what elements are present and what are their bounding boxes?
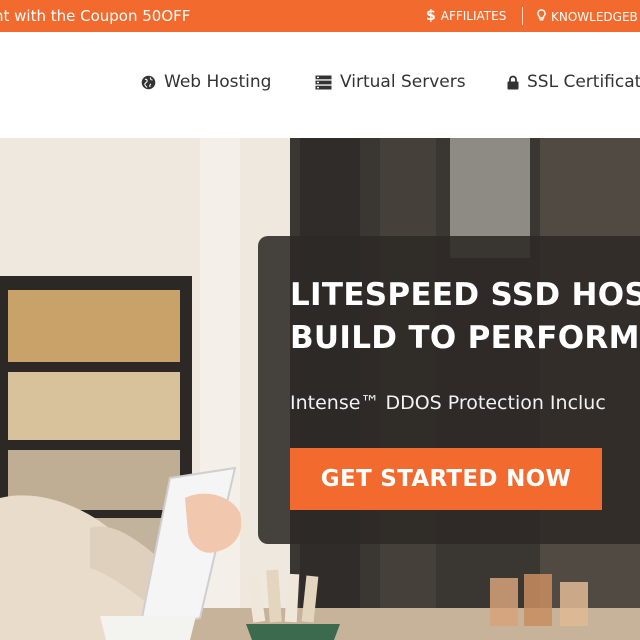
hero-banner: LITESPEED SSD HOS BUILD TO PERFORM Inten… xyxy=(0,138,640,640)
main-navigation: Web Hosting Virtual Servers SSL Certific… xyxy=(0,32,640,138)
hero-subtitle: Intense™ DDOS Protection Incluc xyxy=(290,392,606,414)
nav-web-hosting[interactable]: Web Hosting xyxy=(141,72,271,92)
server-icon xyxy=(315,75,332,90)
nav-ssl-certificate[interactable]: SSL Certificate xyxy=(507,72,640,92)
hero-headline-line1: LITESPEED SSD HOS xyxy=(290,277,640,313)
hero-headline: LITESPEED SSD HOS BUILD TO PERFORM xyxy=(290,274,640,360)
globe-icon xyxy=(141,75,156,90)
nav-web-hosting-label: Web Hosting xyxy=(164,72,272,92)
lightbulb-icon xyxy=(537,9,546,25)
nav-ssl-certificate-label: SSL Certificate xyxy=(527,72,640,92)
knowledgebase-label: KNOWLEDGEB xyxy=(551,10,638,24)
lock-icon xyxy=(507,75,519,90)
get-started-button[interactable]: GET STARTED NOW xyxy=(290,448,602,510)
nav-virtual-servers[interactable]: Virtual Servers xyxy=(315,72,466,92)
affiliates-link[interactable]: $ AFFILIATES xyxy=(426,9,506,23)
top-promo-bar: nt with the Coupon 50OFF $ AFFILIATES KN… xyxy=(0,0,640,32)
knowledgebase-link[interactable]: KNOWLEDGEB xyxy=(537,9,638,25)
hero-headline-line2: BUILD TO PERFORM xyxy=(290,320,640,356)
coupon-promo-text: nt with the Coupon 50OFF xyxy=(0,7,191,25)
nav-virtual-servers-label: Virtual Servers xyxy=(340,72,466,92)
top-link-divider xyxy=(522,7,523,25)
dollar-icon: $ xyxy=(426,8,436,24)
hero-text-panel: LITESPEED SSD HOS BUILD TO PERFORM Inten… xyxy=(258,236,640,544)
affiliates-label: AFFILIATES xyxy=(440,9,507,23)
